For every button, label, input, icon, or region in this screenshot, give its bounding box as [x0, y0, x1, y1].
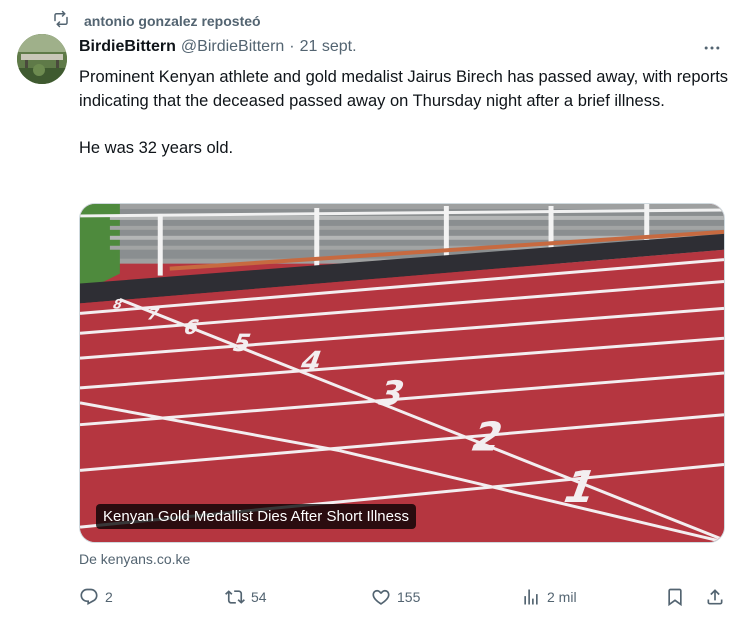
header-separator: · [289, 38, 295, 55]
reply-count: 2 [105, 589, 113, 605]
repost-icon [52, 10, 70, 33]
share-icon [707, 589, 723, 605]
repost-count: 54 [251, 589, 267, 605]
more-icon [704, 46, 720, 50]
tweet-timestamp[interactable]: 21 sept. [300, 38, 357, 56]
views-icon [524, 589, 538, 605]
tweet-header: BirdieBittern @BirdieBittern · 21 sept. [79, 38, 682, 56]
tweet-actions: 2 54 155 2 mil [79, 583, 729, 611]
avatar[interactable] [17, 34, 67, 84]
more-options-button[interactable] [700, 36, 724, 60]
running-track-image: 1 2 3 4 5 6 7 8 [80, 204, 724, 542]
tweet-text: Prominent Kenyan athlete and gold medali… [79, 68, 729, 157]
author-display-name[interactable]: BirdieBittern [79, 38, 176, 56]
media-card[interactable]: 1 2 3 4 5 6 7 8 Kenyan Gold Medallist Di… [79, 203, 725, 543]
repost-button[interactable]: 54 [225, 583, 267, 611]
reply-icon [80, 588, 98, 606]
like-count: 155 [397, 589, 421, 605]
views-count: 2 mil [547, 589, 577, 605]
media-caption: Kenyan Gold Medallist Dies After Short I… [96, 504, 416, 529]
link-source[interactable]: De kenyans.co.ke [79, 551, 190, 567]
bookmark-button[interactable] [665, 583, 685, 611]
repost-banner[interactable]: antonio gonzalez reposteó [52, 10, 261, 33]
heart-icon [372, 589, 390, 605]
author-handle[interactable]: @BirdieBittern [181, 38, 284, 56]
views-button[interactable]: 2 mil [521, 583, 577, 611]
reply-button[interactable]: 2 [79, 583, 113, 611]
like-button[interactable]: 155 [371, 583, 420, 611]
repost-banner-text: antonio gonzalez reposteó [84, 13, 261, 29]
repost-action-icon [225, 590, 245, 604]
share-button[interactable] [705, 583, 725, 611]
bookmark-icon [668, 588, 682, 607]
